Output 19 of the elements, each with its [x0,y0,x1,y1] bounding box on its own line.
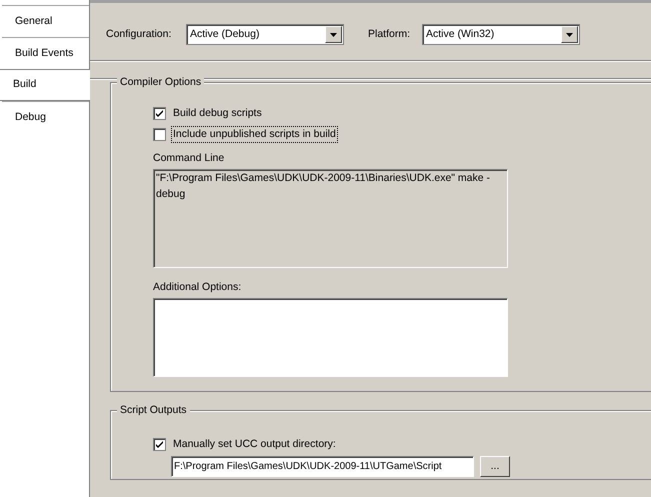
additional-options-field[interactable] [153,298,508,376]
tab[interactable]: Build [0,69,90,101]
checkbox[interactable] [153,438,166,451]
browse-button[interactable]: ... [480,456,510,477]
dropdown[interactable]: Active (Debug) [186,24,344,45]
platform-label: Platform: [368,26,412,42]
checkbox[interactable] [153,128,166,141]
checkmark-icon [155,440,164,449]
dropdown[interactable]: Active (Win32) [422,24,580,45]
checkbox[interactable] [153,107,166,120]
checkbox-label: Manually set UCC output directory: [172,436,337,452]
output-directory-field[interactable]: F:\Program Files\Games\UDK\UDK-2009-11\UTGame\Script [171,456,474,477]
field-label: Command Line [153,151,226,166]
configuration-label: Configuration: [106,26,172,42]
checkmark-icon [155,109,164,118]
field-label: Additional Options: [153,280,242,295]
checkbox-label: Build debug scripts [172,106,263,121]
checkbox-label: Include unpublished scripts in build [172,126,337,142]
command-line-field[interactable]: "F:\Program Files\Games\UDK\UDK-2009-11\Binaries\UDK.exe" make -debug [153,168,508,268]
